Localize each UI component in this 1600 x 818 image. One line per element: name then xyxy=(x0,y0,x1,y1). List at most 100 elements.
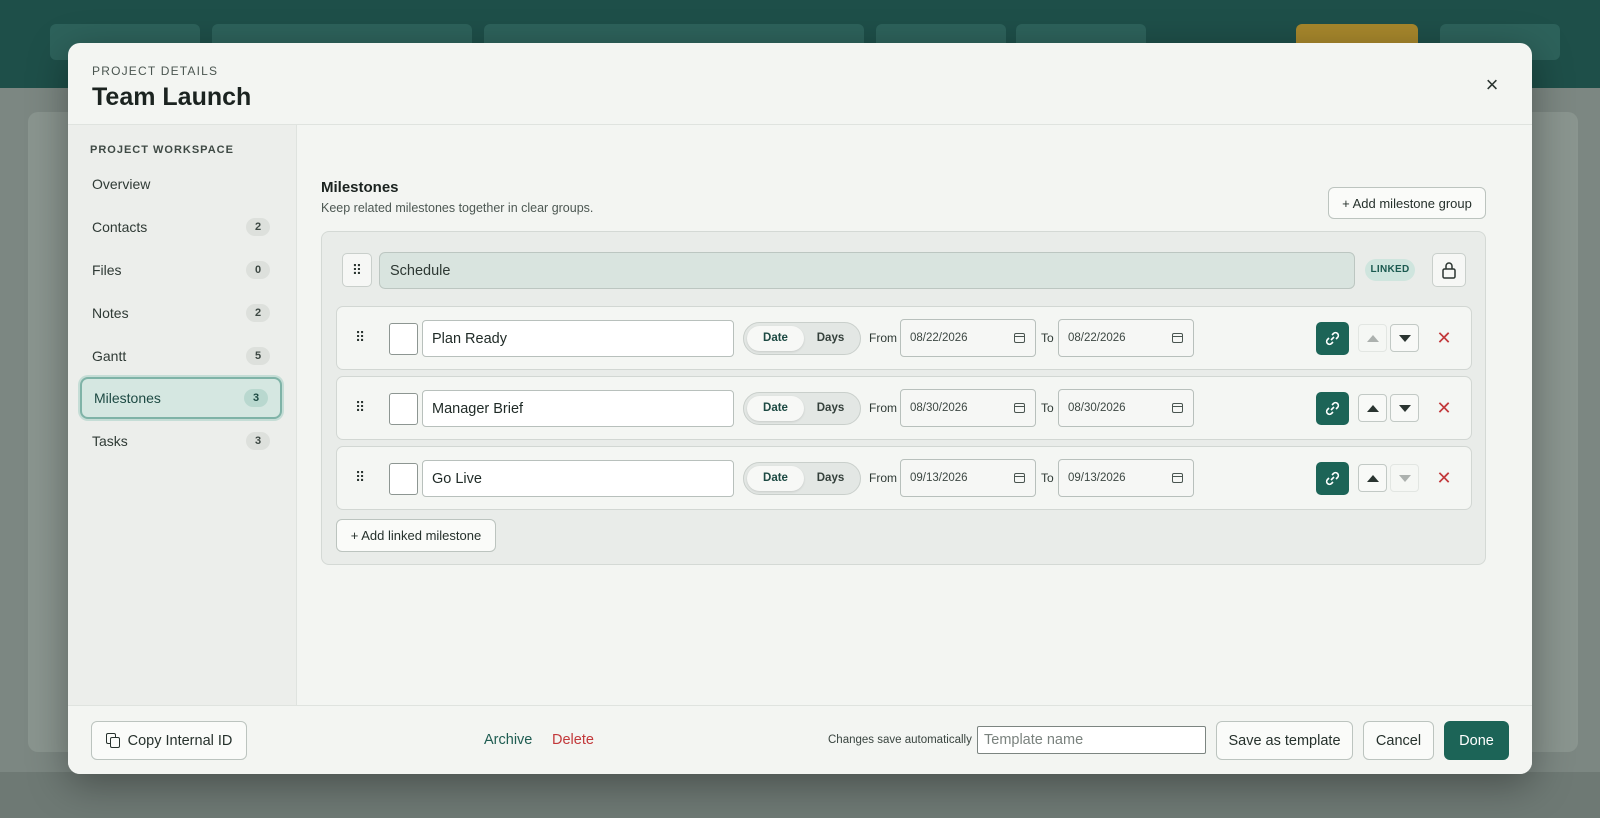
copy-icon xyxy=(105,733,120,748)
milestone-checkbox[interactable] xyxy=(389,463,418,495)
to-date-value: 08/22/2026 xyxy=(1068,332,1126,344)
autosave-status: Changes save automatically xyxy=(828,734,972,746)
delete-milestone-icon[interactable]: ✕ xyxy=(1433,397,1455,419)
count-badge: 3 xyxy=(244,389,268,407)
lock-icon xyxy=(1442,262,1456,279)
from-date-input[interactable]: 08/22/2026 xyxy=(900,319,1036,357)
move-up-button[interactable] xyxy=(1358,394,1387,422)
template-name-input[interactable] xyxy=(977,726,1206,754)
done-button[interactable]: Done xyxy=(1444,721,1509,760)
sidebar-item-milestones[interactable]: Milestones 3 xyxy=(80,377,282,419)
milestone-checkbox[interactable] xyxy=(389,323,418,355)
drag-handle-icon[interactable]: ⠿ xyxy=(355,329,365,346)
mode-date-option[interactable]: Date xyxy=(747,326,804,351)
to-date-input[interactable]: 08/22/2026 xyxy=(1058,319,1194,357)
to-label: To xyxy=(1041,471,1054,485)
close-icon[interactable]: × xyxy=(1480,73,1504,97)
drag-handle-icon[interactable]: ⠿ xyxy=(355,469,365,486)
add-milestone-group-button[interactable]: + Add milestone group xyxy=(1328,187,1486,219)
chevron-down-icon xyxy=(1398,404,1411,412)
delete-milestone-icon[interactable]: ✕ xyxy=(1433,467,1455,489)
move-up-button[interactable] xyxy=(1358,464,1387,492)
from-label: From xyxy=(869,471,897,485)
modal-header: PROJECT DETAILS Team Launch × xyxy=(68,43,1532,125)
modal-footer: Copy Internal ID Archive Delete Changes … xyxy=(68,705,1532,774)
chevron-down-icon xyxy=(1398,334,1411,342)
milestone-name-input[interactable]: Plan Ready xyxy=(422,320,734,357)
delete-link[interactable]: Delete xyxy=(552,732,594,748)
from-date-input[interactable]: 08/30/2026 xyxy=(900,389,1036,427)
save-as-template-button[interactable]: Save as template xyxy=(1216,721,1353,760)
from-date-input[interactable]: 09/13/2026 xyxy=(900,459,1036,497)
move-up-button[interactable] xyxy=(1358,324,1387,352)
link-icon xyxy=(1325,331,1340,346)
drag-handle-icon[interactable]: ⠿ xyxy=(355,399,365,416)
sidebar-item-tasks[interactable]: Tasks 3 xyxy=(80,422,282,460)
count-badge: 3 xyxy=(246,432,270,450)
section-title: Milestones xyxy=(321,179,399,196)
sidebar-item-notes[interactable]: Notes 2 xyxy=(80,294,282,332)
chevron-down-icon xyxy=(1398,474,1411,482)
sidebar-item-files[interactable]: Files 0 xyxy=(80,251,282,289)
milestone-row: ⠿ Go Live Date Days From 09/13/2026 To 0… xyxy=(336,446,1472,510)
date-days-toggle[interactable]: Date Days xyxy=(743,462,861,495)
mode-days-option[interactable]: Days xyxy=(802,396,859,421)
milestone-name-input[interactable]: Go Live xyxy=(422,460,734,497)
copy-internal-id-button[interactable]: Copy Internal ID xyxy=(91,721,247,760)
milestone-row: ⠿ Manager Brief Date Days From 08/30/202… xyxy=(336,376,1472,440)
mode-days-option[interactable]: Days xyxy=(802,466,859,491)
milestone-group: ⠿ Schedule LINKED ⠿ Plan Ready Date Days… xyxy=(321,231,1486,565)
move-down-button[interactable] xyxy=(1390,324,1419,352)
lock-button[interactable] xyxy=(1432,253,1466,287)
milestone-name-input[interactable]: Manager Brief xyxy=(422,390,734,427)
drag-handle-icon[interactable]: ⠿ xyxy=(342,253,372,287)
date-days-toggle[interactable]: Date Days xyxy=(743,322,861,355)
mode-days-option[interactable]: Days xyxy=(802,326,859,351)
calendar-icon[interactable] xyxy=(1172,403,1183,413)
sidebar-heading: PROJECT WORKSPACE xyxy=(90,144,234,156)
sidebar-item-label: Tasks xyxy=(92,433,128,449)
calendar-icon[interactable] xyxy=(1014,403,1025,413)
delete-milestone-icon[interactable]: ✕ xyxy=(1433,327,1455,349)
milestone-checkbox[interactable] xyxy=(389,393,418,425)
archive-link[interactable]: Archive xyxy=(484,732,532,748)
copy-internal-id-label: Copy Internal ID xyxy=(127,732,233,749)
cancel-button[interactable]: Cancel xyxy=(1363,721,1434,760)
date-days-toggle[interactable]: Date Days xyxy=(743,392,861,425)
from-date-value: 08/22/2026 xyxy=(910,332,968,344)
section-subtitle: Keep related milestones together in clea… xyxy=(321,201,594,215)
count-badge: 5 xyxy=(246,347,270,365)
link-button[interactable] xyxy=(1316,322,1349,355)
project-details-modal: PROJECT DETAILS Team Launch × PROJECT WO… xyxy=(68,43,1532,774)
calendar-icon[interactable] xyxy=(1172,473,1183,483)
from-label: From xyxy=(869,401,897,415)
project-workspace-sidebar: PROJECT WORKSPACE Overview Contacts 2 Fi… xyxy=(68,125,297,705)
move-down-button[interactable] xyxy=(1390,464,1419,492)
to-date-value: 08/30/2026 xyxy=(1068,402,1126,414)
mode-date-option[interactable]: Date xyxy=(747,466,804,491)
chevron-up-icon xyxy=(1366,404,1379,412)
add-linked-milestone-button[interactable]: + Add linked milestone xyxy=(336,519,496,552)
sidebar-item-contacts[interactable]: Contacts 2 xyxy=(80,208,282,246)
group-name-input[interactable]: Schedule xyxy=(379,252,1355,289)
from-label: From xyxy=(869,331,897,345)
calendar-icon[interactable] xyxy=(1014,473,1025,483)
calendar-icon[interactable] xyxy=(1172,333,1183,343)
link-button[interactable] xyxy=(1316,462,1349,495)
sidebar-item-label: Overview xyxy=(92,176,151,192)
link-icon xyxy=(1325,401,1340,416)
chevron-up-icon xyxy=(1366,474,1379,482)
calendar-icon[interactable] xyxy=(1014,333,1025,343)
to-date-input[interactable]: 09/13/2026 xyxy=(1058,459,1194,497)
sidebar-item-gantt[interactable]: Gantt 5 xyxy=(80,337,282,375)
link-icon xyxy=(1325,471,1340,486)
link-button[interactable] xyxy=(1316,392,1349,425)
modal-eyebrow: PROJECT DETAILS xyxy=(92,64,219,78)
sidebar-item-label: Notes xyxy=(92,305,129,321)
count-badge: 2 xyxy=(246,218,270,236)
mode-date-option[interactable]: Date xyxy=(747,396,804,421)
sidebar-item-label: Contacts xyxy=(92,219,148,235)
to-date-input[interactable]: 08/30/2026 xyxy=(1058,389,1194,427)
sidebar-item-overview[interactable]: Overview xyxy=(80,165,282,203)
move-down-button[interactable] xyxy=(1390,394,1419,422)
